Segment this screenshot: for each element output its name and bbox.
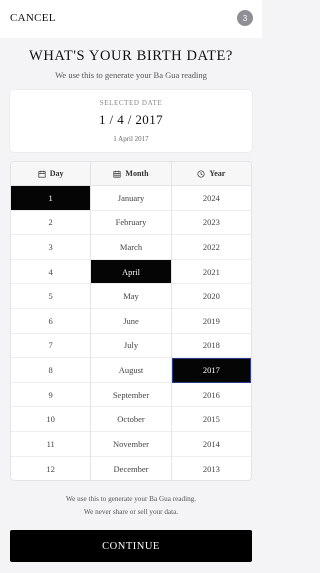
- month-header-label: Month: [125, 169, 149, 178]
- year-option[interactable]: 2018: [171, 334, 251, 359]
- month-option[interactable]: May: [91, 284, 171, 309]
- month-option[interactable]: December: [91, 457, 170, 480]
- year-option[interactable]: 2017: [171, 358, 251, 383]
- month-option[interactable]: July: [91, 334, 171, 359]
- day-option[interactable]: 12: [11, 457, 90, 480]
- month-column-header: Month: [91, 162, 172, 185]
- month-column: January February March April May June July Augu…: [91, 186, 172, 480]
- privacy-line-1: We use this to generate your Ba Gua read…: [65, 495, 197, 503]
- clock-icon: [197, 169, 205, 178]
- selected-date-long: 1 April 2017: [113, 135, 149, 143]
- month-option[interactable]: January: [91, 186, 171, 211]
- page-subtitle: We use this to generate your Ba Gua read…: [55, 70, 207, 80]
- month-option[interactable]: March: [91, 235, 171, 260]
- calendar-icon: [38, 170, 46, 178]
- privacy-line-2: We never share or sell your data.: [83, 508, 179, 516]
- day-column: 1 2 3 4 5 6 7 8 9 10 11 12: [11, 186, 92, 480]
- month-option[interactable]: February: [91, 211, 171, 236]
- year-option[interactable]: 2021: [171, 260, 251, 285]
- day-option[interactable]: 9: [11, 383, 91, 408]
- year-option[interactable]: 2022: [171, 235, 251, 260]
- day-header-label: Day: [49, 169, 64, 178]
- month-option[interactable]: October: [91, 407, 171, 432]
- top-bar: CANCEL 3: [0, 0, 262, 38]
- day-column-header: Day: [11, 162, 92, 185]
- day-option[interactable]: 4: [11, 260, 91, 285]
- day-option[interactable]: 11: [11, 432, 91, 457]
- year-option[interactable]: 2016: [171, 383, 251, 408]
- day-option[interactable]: 8: [11, 358, 91, 383]
- calendar-grid-icon: [113, 170, 121, 178]
- selected-date-label: SELECTED DATE: [99, 99, 163, 107]
- step-badge: 3: [237, 10, 253, 26]
- year-option[interactable]: 2024: [171, 186, 251, 211]
- year-option[interactable]: 2023: [171, 211, 251, 236]
- selected-date-value: 1 / 4 / 2017: [98, 112, 164, 127]
- month-option[interactable]: November: [91, 432, 171, 457]
- day-option[interactable]: 7: [11, 334, 91, 359]
- year-column: 2024 2023 2022 2021 2020 2019 2018 2017 2016 2015…: [171, 186, 251, 480]
- cancel-button[interactable]: CANCEL: [10, 12, 56, 24]
- day-option[interactable]: 2: [11, 211, 91, 236]
- year-option[interactable]: 2013: [172, 457, 251, 480]
- day-option[interactable]: 3: [11, 235, 91, 260]
- month-option[interactable]: September: [91, 383, 171, 408]
- year-option[interactable]: 2014: [171, 432, 251, 457]
- selected-date-card: SELECTED DATE 1 / 4 / 2017 1 April 2017: [10, 90, 252, 152]
- day-option[interactable]: 6: [11, 309, 91, 334]
- page-title: WHAT'S YOUR BIRTH DATE?: [29, 48, 233, 64]
- day-option[interactable]: 5: [11, 284, 91, 309]
- picker-headers: Day Month Year: [11, 162, 251, 186]
- year-option[interactable]: 2015: [171, 407, 251, 432]
- month-option[interactable]: August: [91, 358, 171, 383]
- year-column-header: Year: [172, 162, 251, 185]
- month-option[interactable]: April: [91, 259, 171, 285]
- month-option[interactable]: June: [91, 309, 171, 334]
- year-option[interactable]: 2019: [171, 309, 251, 334]
- continue-button[interactable]: CONTINUE: [10, 530, 252, 562]
- year-option[interactable]: 2020: [171, 284, 251, 309]
- day-option[interactable]: 10: [11, 407, 91, 432]
- privacy-note: We use this to generate your Ba Gua read…: [0, 493, 262, 519]
- picker-columns: 1 2 3 4 5 6 7 8 9 10 11 12 January February March Apri…: [11, 186, 251, 480]
- year-header-label: Year: [209, 169, 226, 178]
- day-option[interactable]: 1: [11, 186, 91, 211]
- date-picker: Day Month Year 1 2 3 4 5 6 7 8 9 10 11 12 January Fe: [10, 161, 252, 481]
